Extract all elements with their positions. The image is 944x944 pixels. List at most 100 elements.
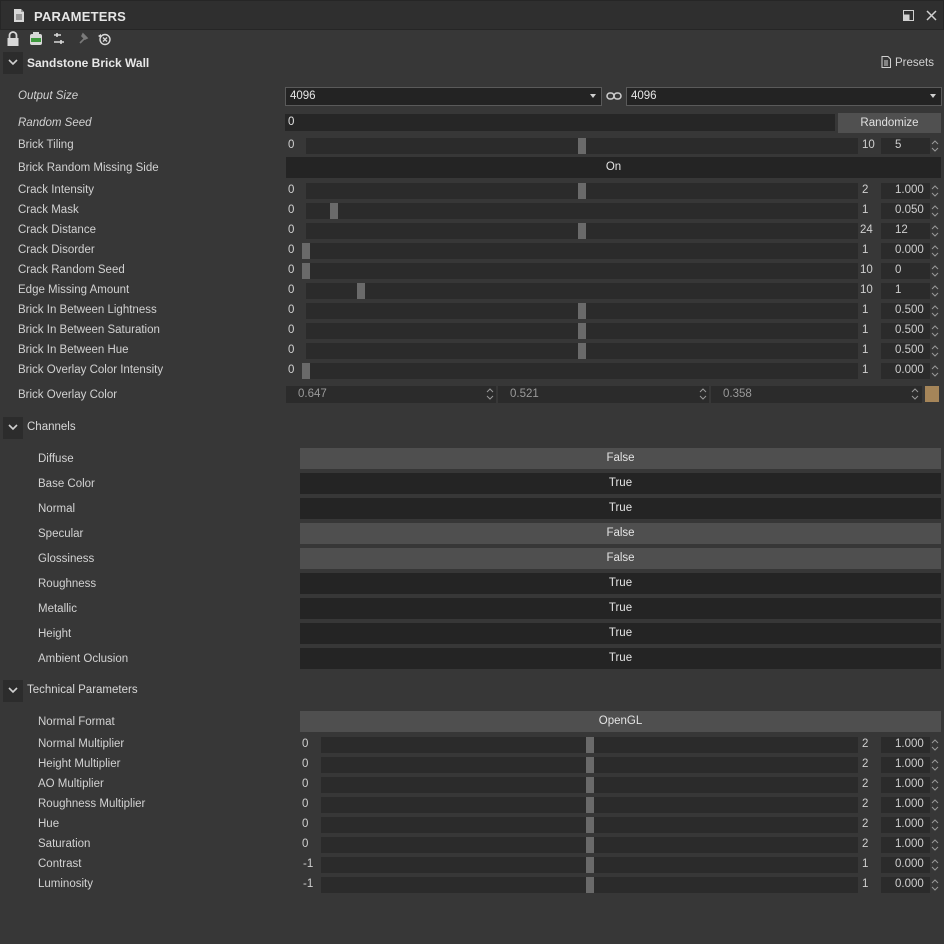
connect-icon[interactable] — [52, 31, 66, 47]
contrast-slider[interactable] — [321, 857, 858, 873]
slider-thumb[interactable] — [586, 757, 594, 773]
edge-missing-amount-slider[interactable] — [306, 283, 858, 299]
brick-tiling-value-input[interactable]: 5 — [881, 138, 930, 154]
hue-slider[interactable] — [321, 817, 858, 833]
spinner-icon[interactable] — [931, 364, 939, 378]
roughness-multiplier-slider[interactable] — [321, 797, 858, 813]
spinner-icon[interactable] — [931, 284, 939, 298]
overlay-color-b-input[interactable]: 0.358 — [711, 386, 922, 403]
pin-icon[interactable] — [76, 31, 90, 47]
reset-icon[interactable] — [97, 31, 112, 47]
spinner-icon[interactable] — [931, 858, 939, 872]
slider-thumb[interactable] — [330, 203, 338, 219]
crack-disorder-value-input[interactable]: 0.000 — [881, 243, 930, 259]
overlay-color-g-input[interactable]: 0.521 — [498, 386, 709, 403]
brick-in-between-lightness-value-input[interactable]: 0.500 — [881, 303, 930, 319]
saturation-slider[interactable] — [321, 837, 858, 853]
visibility-icon[interactable] — [28, 31, 44, 47]
collapse-channels-button[interactable] — [3, 417, 23, 439]
luminosity-value-input[interactable]: 0.000 — [881, 877, 930, 893]
spinner-icon[interactable] — [931, 798, 939, 812]
slider-thumb[interactable] — [586, 877, 594, 893]
spinner-icon[interactable] — [931, 244, 939, 258]
spinner-icon[interactable] — [931, 878, 939, 892]
edge-missing-amount-value-input[interactable]: 1 — [881, 283, 930, 299]
slider-thumb[interactable] — [357, 283, 365, 299]
brick-overlay-color-intensity-value-input[interactable]: 0.000 — [881, 363, 930, 379]
slider-thumb[interactable] — [586, 777, 594, 793]
spinner-icon[interactable] — [931, 204, 939, 218]
slider-thumb[interactable] — [586, 857, 594, 873]
height-multiplier-slider[interactable] — [321, 757, 858, 773]
spinner-icon[interactable] — [931, 139, 939, 153]
brick-in-between-hue-value-input[interactable]: 0.500 — [881, 343, 930, 359]
randomize-button[interactable]: Randomize — [838, 113, 941, 133]
hue-value-input[interactable]: 1.000 — [881, 817, 930, 833]
normal-multiplier-value-input[interactable]: 1.000 — [881, 737, 930, 753]
lock-icon[interactable] — [6, 31, 20, 47]
channel-diffuse-toggle[interactable]: False — [300, 448, 941, 469]
crack-mask-value-input[interactable]: 0.050 — [881, 203, 930, 219]
slider-thumb[interactable] — [302, 263, 310, 279]
slider-thumb[interactable] — [578, 323, 586, 339]
brick-in-between-hue-slider[interactable] — [306, 343, 858, 359]
spinner-icon[interactable] — [699, 387, 707, 401]
channel-ambient-oclusion-toggle[interactable]: True — [300, 648, 941, 669]
saturation-value-input[interactable]: 1.000 — [881, 837, 930, 853]
brick-tiling-slider[interactable] — [306, 138, 858, 154]
channel-glossiness-toggle[interactable]: False — [300, 548, 941, 569]
spinner-icon[interactable] — [486, 387, 494, 401]
collapse-technical-button[interactable] — [3, 680, 23, 702]
crack-random-seed-slider[interactable] — [302, 263, 858, 279]
channel-base-color-toggle[interactable]: True — [300, 473, 941, 494]
slider-thumb[interactable] — [586, 837, 594, 853]
spinner-icon[interactable] — [931, 818, 939, 832]
crack-mask-slider[interactable] — [306, 203, 858, 219]
slider-thumb[interactable] — [302, 363, 310, 379]
spinner-icon[interactable] — [931, 304, 939, 318]
crack-intensity-slider[interactable] — [306, 183, 858, 199]
luminosity-slider[interactable] — [321, 877, 858, 893]
overlay-color-r-input[interactable]: 0.647 — [286, 386, 496, 403]
channel-normal-toggle[interactable]: True — [300, 498, 941, 519]
spinner-icon[interactable] — [931, 184, 939, 198]
spinner-icon[interactable] — [931, 758, 939, 772]
brick-in-between-saturation-value-input[interactable]: 0.500 — [881, 323, 930, 339]
brick-random-missing-side-toggle[interactable]: On — [286, 157, 941, 178]
channel-metallic-toggle[interactable]: True — [300, 598, 941, 619]
roughness-multiplier-value-input[interactable]: 1.000 — [881, 797, 930, 813]
slider-thumb[interactable] — [586, 817, 594, 833]
presets-button[interactable]: Presets — [881, 56, 934, 69]
slider-thumb[interactable] — [586, 737, 594, 753]
channel-roughness-toggle[interactable]: True — [300, 573, 941, 594]
ao-multiplier-slider[interactable] — [321, 777, 858, 793]
spinner-icon[interactable] — [931, 344, 939, 358]
spinner-icon[interactable] — [931, 838, 939, 852]
crack-intensity-value-input[interactable]: 1.000 — [881, 183, 930, 199]
crack-distance-slider[interactable] — [306, 223, 858, 239]
brick-in-between-saturation-slider[interactable] — [306, 323, 858, 339]
slider-thumb[interactable] — [578, 303, 586, 319]
slider-thumb[interactable] — [578, 138, 586, 154]
random-seed-input[interactable]: 0 — [285, 114, 835, 131]
crack-distance-value-input[interactable]: 12 — [881, 223, 930, 239]
overlay-color-swatch[interactable] — [925, 386, 939, 402]
spinner-icon[interactable] — [931, 778, 939, 792]
spinner-icon[interactable] — [931, 738, 939, 752]
float-panel-icon[interactable] — [903, 10, 914, 21]
crack-disorder-slider[interactable] — [302, 243, 858, 259]
ao-multiplier-value-input[interactable]: 1.000 — [881, 777, 930, 793]
normal-multiplier-slider[interactable] — [321, 737, 858, 753]
collapse-graph-button[interactable] — [3, 52, 23, 74]
spinner-icon[interactable] — [911, 387, 919, 401]
slider-thumb[interactable] — [578, 343, 586, 359]
brick-overlay-color-intensity-slider[interactable] — [302, 363, 858, 379]
slider-thumb[interactable] — [578, 183, 586, 199]
spinner-icon[interactable] — [931, 224, 939, 238]
spinner-icon[interactable] — [931, 324, 939, 338]
slider-thumb[interactable] — [578, 223, 586, 239]
output-width-dropdown[interactable]: 4096 — [285, 87, 602, 106]
brick-in-between-lightness-slider[interactable] — [306, 303, 858, 319]
channel-specular-toggle[interactable]: False — [300, 523, 941, 544]
crack-random-seed-value-input[interactable]: 0 — [881, 263, 930, 279]
